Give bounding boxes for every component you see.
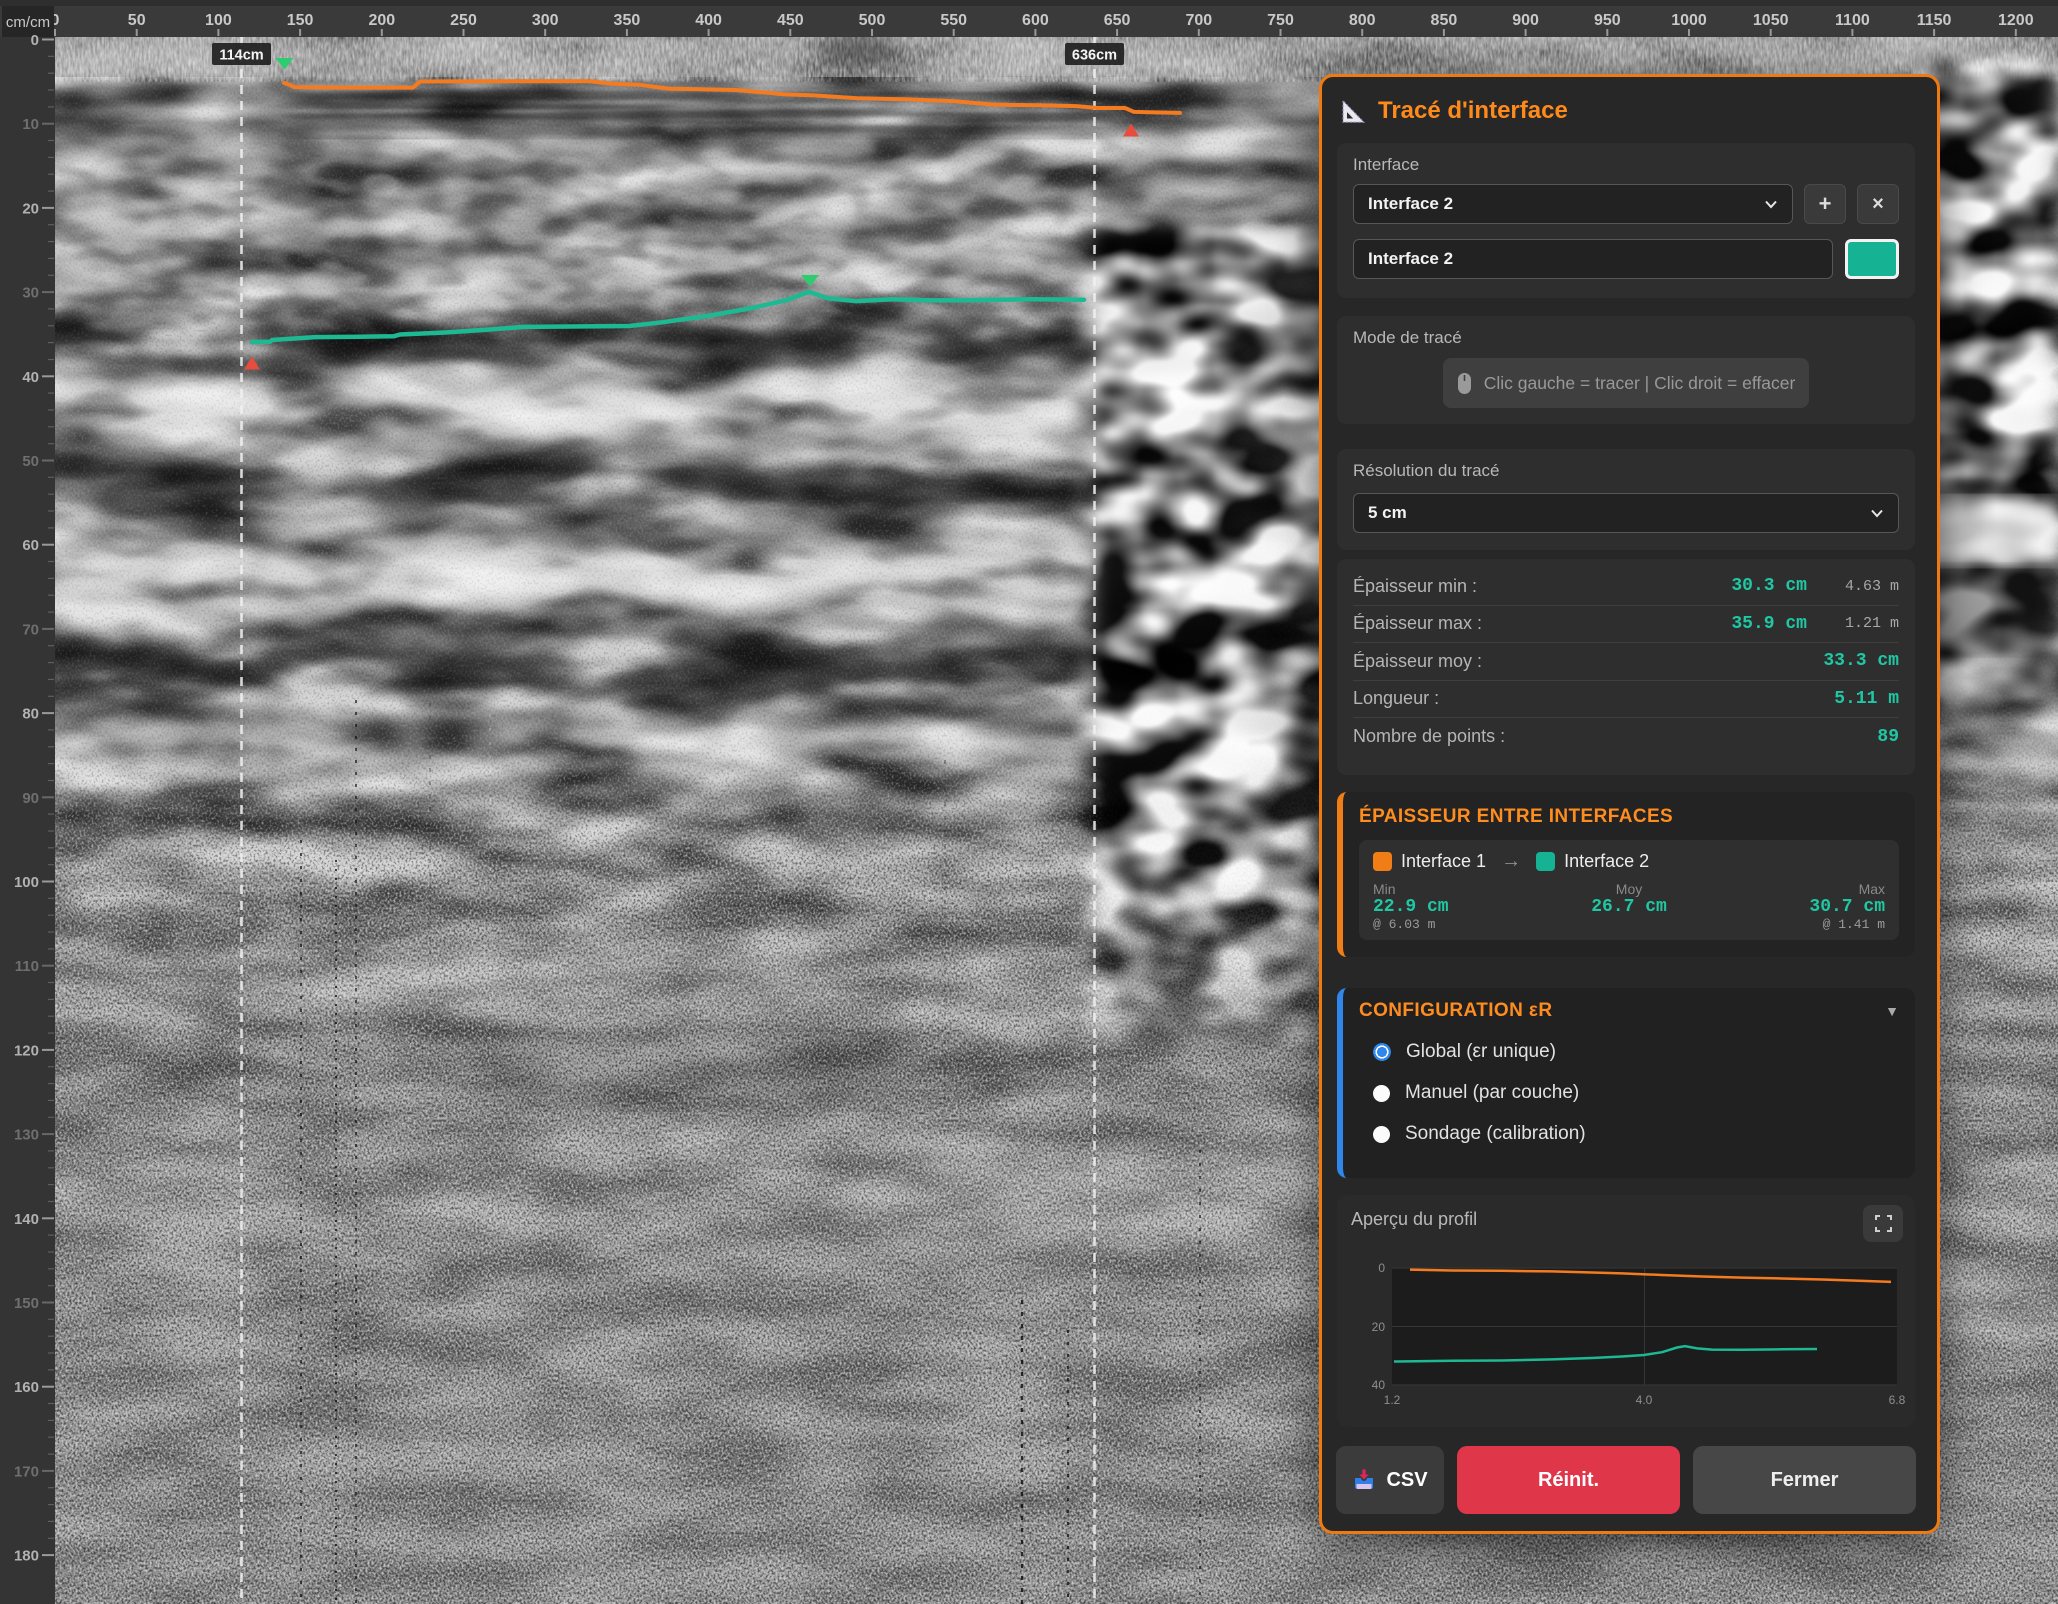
svg-text:200: 200: [368, 12, 395, 29]
svg-text:650: 650: [1104, 12, 1131, 29]
svg-text:0: 0: [1378, 1261, 1385, 1275]
svg-text:800: 800: [1349, 12, 1376, 29]
svg-text:70: 70: [22, 621, 39, 638]
svg-text:1.2: 1.2: [1384, 1393, 1401, 1407]
svg-text:150: 150: [287, 12, 314, 29]
svg-text:636cm: 636cm: [1072, 48, 1117, 64]
svg-text:160: 160: [14, 1379, 39, 1396]
svg-text:110: 110: [15, 958, 39, 975]
svg-text:40: 40: [22, 369, 39, 386]
svg-text:20: 20: [22, 200, 39, 217]
svg-text:6.8: 6.8: [1889, 1393, 1906, 1407]
svg-text:100: 100: [205, 12, 232, 29]
svg-text:80: 80: [22, 706, 39, 723]
svg-text:40: 40: [1372, 1378, 1386, 1392]
svg-text:100: 100: [14, 874, 39, 891]
svg-text:600: 600: [1022, 12, 1049, 29]
svg-text:1050: 1050: [1753, 12, 1789, 29]
svg-text:20: 20: [1372, 1320, 1386, 1334]
svg-text:900: 900: [1512, 12, 1539, 29]
svg-text:4.0: 4.0: [1636, 1393, 1653, 1407]
svg-text:30: 30: [22, 285, 39, 302]
svg-text:0: 0: [31, 32, 39, 49]
svg-text:450: 450: [777, 12, 804, 29]
svg-text:50: 50: [128, 12, 146, 29]
svg-text:400: 400: [695, 12, 722, 29]
svg-text:1000: 1000: [1671, 12, 1707, 29]
svg-text:700: 700: [1185, 12, 1212, 29]
svg-text:850: 850: [1431, 12, 1458, 29]
svg-text:500: 500: [859, 12, 886, 29]
svg-text:10: 10: [22, 116, 39, 133]
svg-text:140: 140: [14, 1211, 39, 1228]
svg-text:180: 180: [14, 1548, 39, 1565]
svg-text:1150: 1150: [1917, 12, 1952, 29]
svg-text:750: 750: [1267, 12, 1294, 29]
svg-text:350: 350: [614, 12, 641, 29]
svg-text:114cm: 114cm: [219, 48, 263, 64]
svg-text:1200: 1200: [1998, 12, 2034, 29]
svg-text:170: 170: [14, 1463, 39, 1480]
svg-text:250: 250: [450, 12, 477, 29]
svg-text:150: 150: [14, 1295, 39, 1312]
svg-text:550: 550: [940, 12, 967, 29]
svg-text:60: 60: [22, 537, 39, 554]
svg-text:1100: 1100: [1835, 12, 1870, 29]
svg-text:cm/cm: cm/cm: [6, 14, 50, 31]
svg-text:300: 300: [532, 12, 559, 29]
svg-text:90: 90: [22, 790, 39, 807]
svg-text:120: 120: [14, 1042, 39, 1059]
svg-text:130: 130: [14, 1127, 39, 1144]
svg-text:50: 50: [22, 453, 39, 470]
svg-text:950: 950: [1594, 12, 1621, 29]
